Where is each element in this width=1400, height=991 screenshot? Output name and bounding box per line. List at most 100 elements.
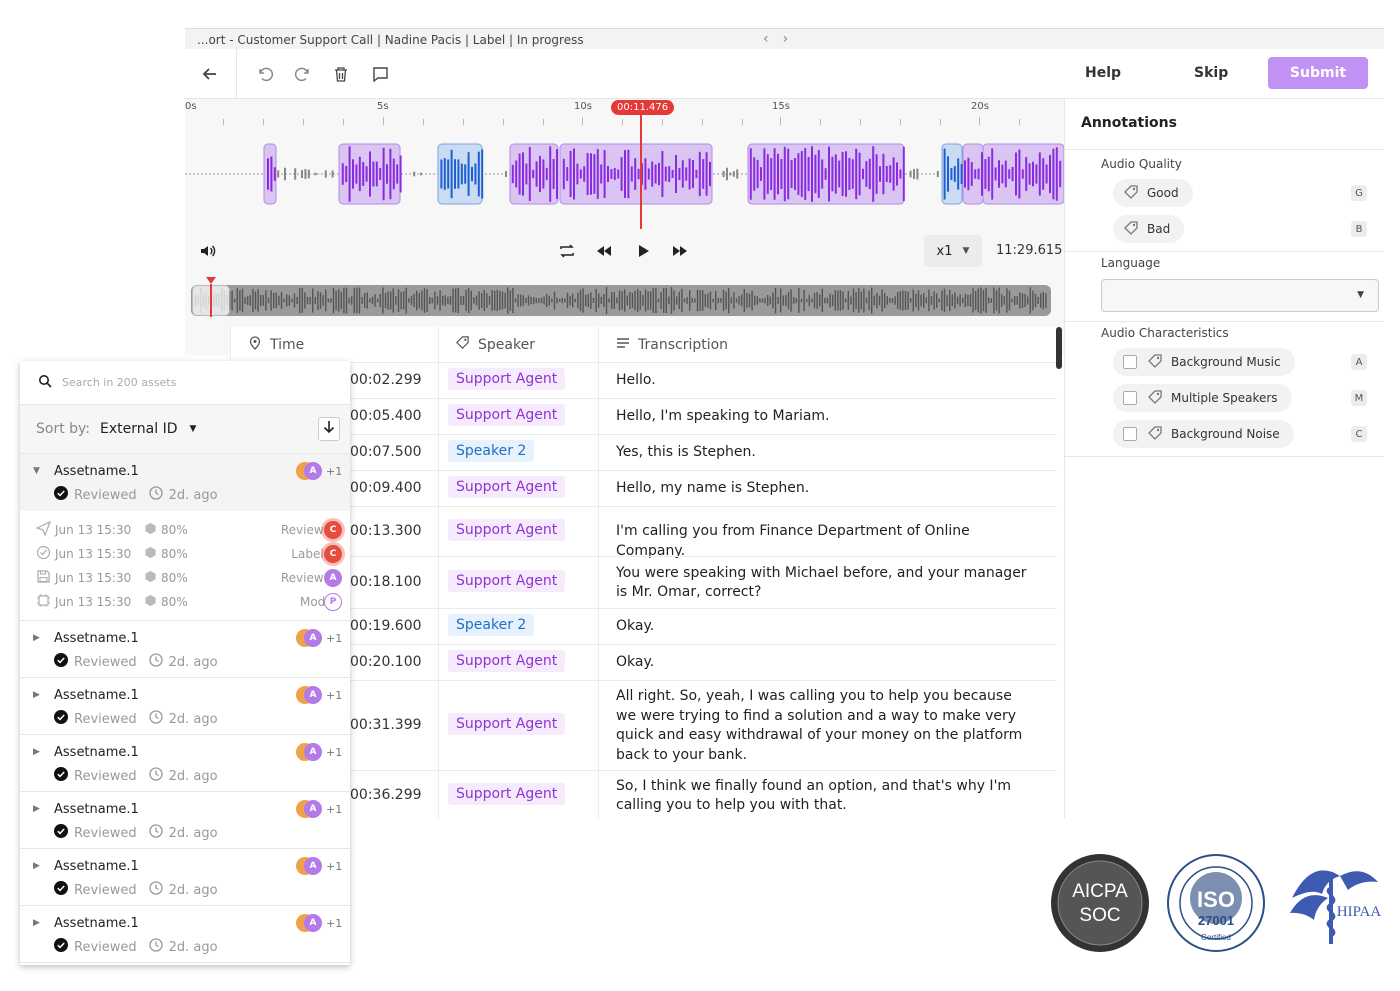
row-transcription[interactable]: You were speaking with Michael before, a… <box>616 564 1036 603</box>
minimap-bar <box>980 287 982 314</box>
avatar-group[interactable]: A +1 <box>296 800 342 818</box>
header-speaker[interactable]: Speaker <box>455 327 535 362</box>
tab-nav[interactable]: ‹› <box>763 31 802 47</box>
row-transcription[interactable]: Okay. <box>616 653 1036 673</box>
avatar-group[interactable]: A +1 <box>296 914 342 932</box>
waveform-editor[interactable]: 0s 5s 10s 15s 20s 00:11.476 x1 ▼ 11:29.6… <box>185 99 1064 355</box>
table-row[interactable]: 00:20.100 Support Agent Okay. <box>230 644 1057 680</box>
submit-button[interactable]: Submit <box>1268 57 1368 89</box>
row-transcription[interactable]: All right. So, yeah, I was calling you t… <box>616 687 1036 765</box>
chevron-left-icon[interactable]: ‹ <box>763 31 783 47</box>
waveform-bar <box>579 169 582 179</box>
speaker-tag[interactable]: Support Agent <box>448 650 566 672</box>
fast-forward-icon[interactable] <box>671 242 689 264</box>
header-transcription[interactable]: Transcription <box>616 327 728 362</box>
avatar-group[interactable]: A +1 <box>296 686 342 704</box>
checkbox[interactable] <box>1123 427 1137 441</box>
checkbox[interactable] <box>1123 355 1137 369</box>
history-avatar[interactable]: C <box>324 521 342 539</box>
caret-right-icon[interactable]: ▶ <box>33 804 40 814</box>
history-date: Jun 13 15:30 <box>55 547 132 561</box>
play-icon[interactable] <box>634 242 652 264</box>
table-scrollbar[interactable] <box>1056 327 1062 369</box>
avatar-group[interactable]: A +1 <box>296 462 342 480</box>
speaker-tag[interactable]: Support Agent <box>448 476 566 498</box>
table-row[interactable]: 00:13.300 Support Agent I'm calling you fr… <box>230 506 1057 559</box>
waveform-bar <box>647 168 650 180</box>
tag-background-music[interactable]: Background Music <box>1113 348 1295 376</box>
row-transcription[interactable]: Yes, this is Stephen. <box>616 443 1036 463</box>
speaker-tag[interactable]: Support Agent <box>448 368 566 390</box>
waveform-bar <box>902 146 905 202</box>
playhead[interactable] <box>640 115 642 229</box>
table-row[interactable]: 00:09.400 Support Agent Hello, my name is … <box>230 470 1057 506</box>
chevron-right-icon[interactable]: › <box>783 31 803 47</box>
asset-item[interactable]: ▶ Assetname.1 Reviewed 2d. ago A +1 <box>20 735 350 792</box>
caret-right-icon[interactable]: ▶ <box>33 747 40 757</box>
table-row[interactable]: 00:07.500 Speaker 2 Yes, this is Stephen. <box>230 434 1057 470</box>
avatar-group[interactable]: A +1 <box>296 857 342 875</box>
asset-item[interactable]: ▶ Assetname.1 Reviewed 2d. ago A +1 <box>20 792 350 849</box>
volume-icon[interactable] <box>199 242 217 264</box>
back-arrow-icon[interactable] <box>199 63 221 85</box>
asset-item[interactable]: ▶ Assetname.1 Reviewed 2d. ago A +1 <box>20 906 350 963</box>
speaker-tag[interactable]: Support Agent <box>448 519 566 541</box>
history-avatar[interactable]: C <box>324 545 342 563</box>
caret-right-icon[interactable]: ▶ <box>33 918 40 928</box>
row-transcription[interactable]: So, I think we finally found an option, … <box>616 777 1036 816</box>
table-row[interactable]: 00:18.100 Support Agent You were speaking … <box>230 556 1057 608</box>
search-input[interactable]: Search in 200 assets <box>62 376 176 389</box>
waveform-minimap[interactable] <box>191 285 1051 316</box>
table-row[interactable]: 00:02.299 Support Agent Hello. <box>230 362 1057 398</box>
row-transcription[interactable]: Hello, I'm speaking to Mariam. <box>616 407 1036 427</box>
tag-bad[interactable]: Bad <box>1113 215 1185 243</box>
table-row[interactable]: 00:36.299 Support Agent So, I think we fin… <box>230 770 1057 818</box>
speaker-tag[interactable]: Support Agent <box>448 713 566 735</box>
tag-multiple-speakers[interactable]: Multiple Speakers <box>1113 384 1292 412</box>
avatar-group[interactable]: A +1 <box>296 629 342 647</box>
caret-right-icon[interactable]: ▶ <box>33 633 40 643</box>
redo-icon[interactable] <box>292 63 314 85</box>
help-button[interactable]: Help <box>1085 65 1121 81</box>
loop-icon[interactable] <box>558 242 576 264</box>
playhead-time[interactable]: 00:11.476 <box>611 100 675 115</box>
caret-down-icon[interactable]: ▼ <box>189 424 196 434</box>
skip-button[interactable]: Skip <box>1194 65 1228 81</box>
tag-background-noise[interactable]: Background Noise <box>1113 420 1294 448</box>
row-transcription[interactable]: Hello, my name is Stephen. <box>616 479 1036 499</box>
caret-expanded-icon[interactable]: ▼ <box>33 466 40 476</box>
asset-item-expanded[interactable]: ▼ Assetname.1 Reviewed 2d. ago A +1 Jun … <box>20 454 350 621</box>
speaker-tag[interactable]: Support Agent <box>448 783 566 805</box>
table-row[interactable]: 00:31.399 Support Agent All right. So, yea… <box>230 680 1057 770</box>
history-avatar[interactable]: A <box>324 569 342 587</box>
caret-right-icon[interactable]: ▶ <box>33 690 40 700</box>
table-row[interactable]: 00:05.400 Support Agent Hello, I'm speakin… <box>230 398 1057 434</box>
sort-direction-button[interactable] <box>318 417 340 441</box>
comment-icon[interactable] <box>369 63 391 85</box>
caret-right-icon[interactable]: ▶ <box>33 861 40 871</box>
row-transcription[interactable]: Okay. <box>616 617 1036 637</box>
speaker-tag[interactable]: Support Agent <box>448 404 566 426</box>
asset-item[interactable]: ▶ Assetname.1 Reviewed 2d. ago A +1 <box>20 621 350 678</box>
sort-value[interactable]: External ID <box>100 421 177 437</box>
header-time[interactable]: Time <box>248 327 304 362</box>
tag-good[interactable]: Good <box>1113 179 1193 207</box>
undo-icon[interactable] <box>254 63 276 85</box>
speaker-tag[interactable]: Support Agent <box>448 570 566 592</box>
asset-item[interactable]: ▶ Assetname.1 Reviewed 2d. ago A +1 <box>20 678 350 735</box>
search-bar[interactable]: Search in 200 assets <box>20 361 350 405</box>
avatar-group[interactable]: A +1 <box>296 743 342 761</box>
table-row[interactable]: 00:19.600 Speaker 2 Okay. <box>230 608 1057 644</box>
language-select[interactable]: ▼ <box>1101 279 1379 312</box>
rewind-icon[interactable] <box>595 242 613 264</box>
asset-item[interactable]: ▶ Assetname.1 Reviewed 2d. ago A +1 <box>20 849 350 906</box>
trash-icon[interactable] <box>330 63 352 85</box>
speaker-tag[interactable]: Speaker 2 <box>448 614 535 636</box>
history-avatar[interactable]: P <box>324 593 342 611</box>
speaker-tag[interactable]: Speaker 2 <box>448 440 535 462</box>
waveform[interactable] <box>185 139 1064 223</box>
checkbox[interactable] <box>1123 391 1137 405</box>
row-transcription[interactable]: Hello. <box>616 371 1036 391</box>
minimap-playhead-marker[interactable] <box>206 277 216 284</box>
speed-select[interactable]: x1 ▼ <box>924 235 982 267</box>
